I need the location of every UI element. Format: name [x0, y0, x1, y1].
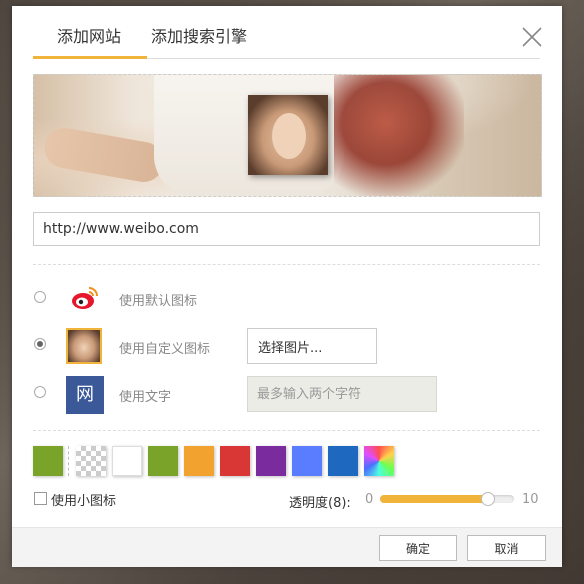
add-site-dialog: 添加网站 添加搜索引擎 使用默认图标 使用自定义图标 选择图片... 网 使用文…: [12, 6, 562, 567]
choose-image-button[interactable]: 选择图片...: [247, 328, 377, 364]
custom-icon-label: 使用自定义图标: [119, 342, 211, 357]
close-icon[interactable]: [521, 26, 543, 48]
dialog-footer: 确定 取消: [12, 527, 562, 567]
swatch-blue[interactable]: [292, 446, 322, 476]
text-icon-preview: 网: [66, 376, 104, 414]
icon-text-input[interactable]: [247, 376, 437, 412]
swatch-custom-color[interactable]: [364, 446, 394, 476]
active-tab-indicator: [33, 56, 147, 59]
swatch-dark-blue[interactable]: [328, 446, 358, 476]
default-icon-label: 使用默认图标: [119, 294, 198, 309]
divider: [33, 264, 540, 265]
swatch-separator: [68, 446, 69, 476]
swatch-red[interactable]: [220, 446, 250, 476]
opacity-max-label: 10: [522, 492, 539, 507]
tab-add-website[interactable]: 添加网站: [57, 23, 121, 47]
preview-background-arm: [41, 124, 167, 186]
preview-background-hair: [334, 75, 464, 196]
swatch-orange[interactable]: [184, 446, 214, 476]
tab-bar: 添加网站 添加搜索引擎: [12, 6, 562, 66]
opacity-min-label: 0: [365, 492, 374, 507]
tab-divider: [147, 58, 540, 59]
preview-thumbnail: [248, 95, 328, 175]
radio-default-icon[interactable]: [34, 291, 46, 303]
weibo-icon: [72, 287, 98, 309]
confirm-button[interactable]: 确定: [379, 535, 457, 561]
preview-thumbnail-face: [272, 113, 306, 159]
swatch-green[interactable]: [33, 446, 63, 476]
custom-image-icon: [66, 328, 102, 364]
opacity-slider[interactable]: [380, 492, 514, 506]
divider: [33, 430, 540, 431]
swatch-green-2[interactable]: [148, 446, 178, 476]
small-icon-label: 使用小图标: [51, 494, 117, 509]
text-icon-label: 使用文字: [119, 390, 172, 405]
radio-custom-icon[interactable]: [34, 338, 46, 350]
small-icon-checkbox[interactable]: [34, 492, 47, 505]
opacity-slider-handle[interactable]: [481, 492, 496, 506]
radio-text-icon[interactable]: [34, 386, 46, 398]
opacity-slider-fill: [380, 495, 488, 503]
url-input[interactable]: [33, 212, 540, 246]
swatch-white[interactable]: [112, 446, 142, 476]
opacity-label: 透明度(8):: [289, 496, 351, 511]
cancel-button[interactable]: 取消: [467, 535, 546, 561]
swatch-purple[interactable]: [256, 446, 286, 476]
swatch-transparent[interactable]: [76, 446, 106, 476]
site-preview: [33, 74, 542, 197]
tab-add-search-engine[interactable]: 添加搜索引擎: [151, 23, 247, 47]
